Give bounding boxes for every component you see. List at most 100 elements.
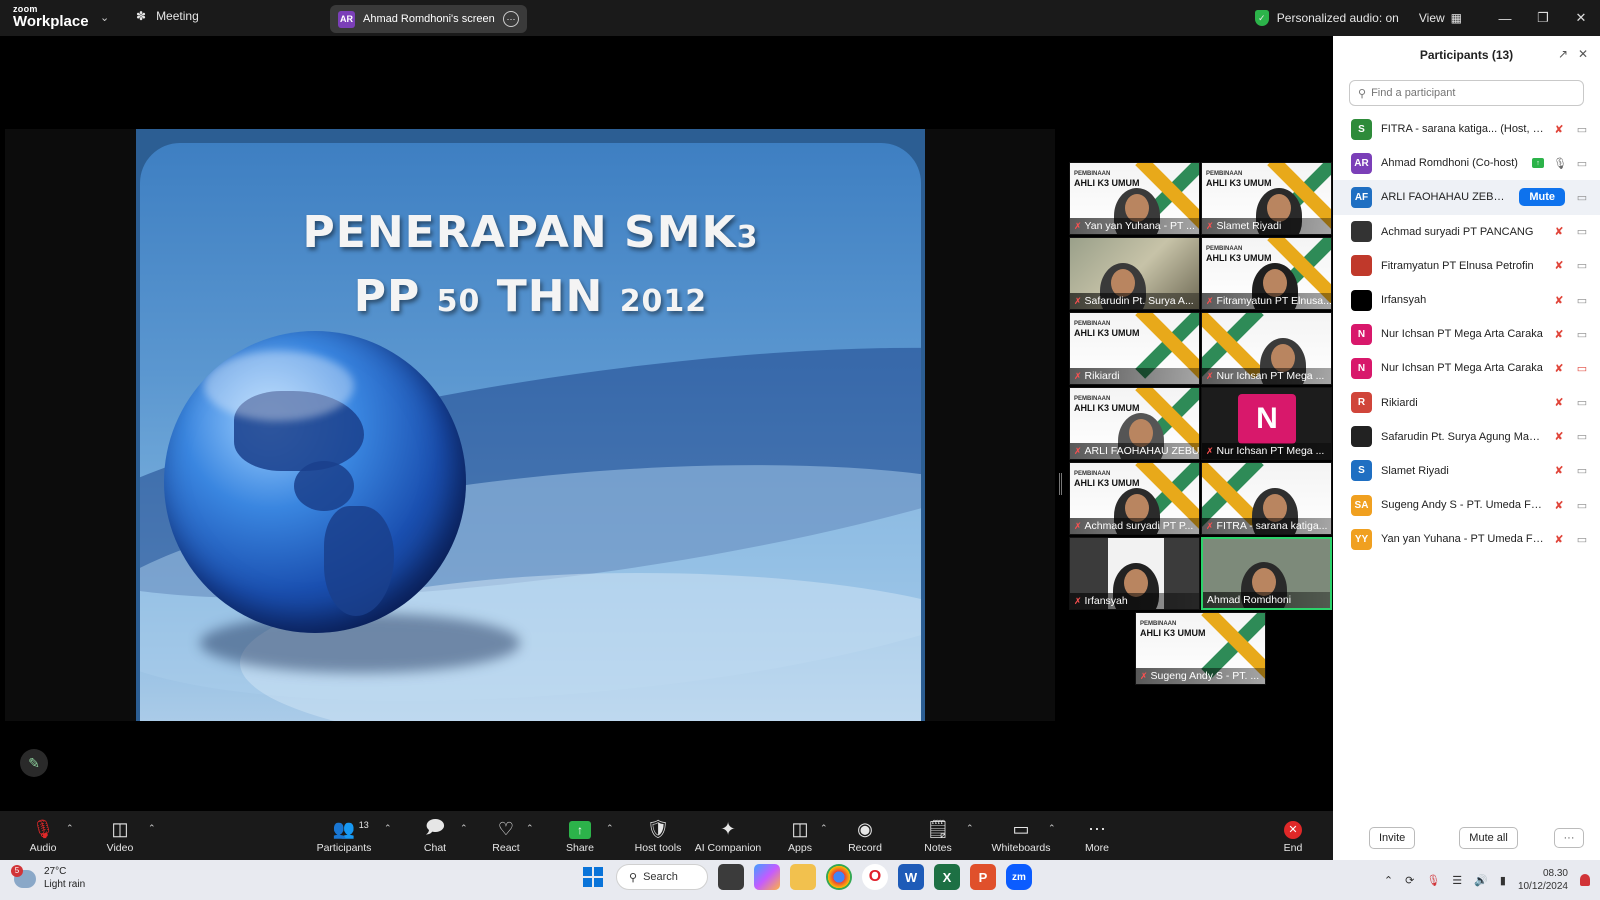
react-options-caret[interactable]: ⌃ [526,823,534,834]
video-tile[interactable]: ✗ Nur Ichsan PT Mega ... [1201,312,1332,385]
close-window-button[interactable]: ✕ [1562,10,1600,26]
close-icon[interactable]: ✕ [1578,47,1588,61]
ai-companion-button[interactable]: ✦ AI Companion [693,811,763,860]
react-button[interactable]: ♡ React [490,811,522,860]
tile-name-label: ✗ Fitramyatun PT Elnusa... [1202,293,1331,309]
annotate-pencil-icon[interactable]: ✎ [20,749,48,777]
more-button[interactable]: ⋯ More [1080,811,1114,860]
zoom-taskbar-icon[interactable]: zm [1006,864,1032,890]
video-tile[interactable]: ✗ FITRA - sarana katiga... [1201,462,1332,535]
battery-icon[interactable]: ▮ [1500,874,1506,887]
apps-options-caret[interactable]: ⌃ [820,823,828,834]
tile-name: Sugeng Andy S - PT. ... [1150,670,1260,682]
personalized-audio-status[interactable]: Personalized audio: on [1277,11,1399,25]
participant-row[interactable]: S FITRA - sarana katiga... (Host, me) ✘ ▭ [1333,112,1600,146]
file-explorer-icon[interactable] [790,864,816,890]
copilot-icon[interactable] [754,864,780,890]
participants-button[interactable]: 👥 13 Participants [316,811,372,860]
participant-row[interactable]: SA Sugeng Andy S - PT. Umeda Fac... ✘ ▭ [1333,488,1600,522]
apps-button[interactable]: ◫ Apps [784,811,816,860]
video-tile[interactable]: PEMBINAAN AHLI K3 UMUM ✗ Sugeng Andy S - P… [1135,612,1266,685]
minimize-button[interactable]: — [1486,11,1524,26]
video-tile[interactable]: ✗ Irfansyah [1069,537,1200,610]
shared-screen[interactable]: PENERAPAN SMK3 PP 50 THN 2012 [5,129,1055,721]
view-button[interactable]: View ▦ [1419,11,1462,25]
participant-row[interactable]: N Nur Ichsan PT Mega Arta Caraka ✘ ▭ [1333,351,1600,385]
end-meeting-button[interactable]: ✕ End [1278,811,1308,860]
participant-row[interactable]: AR Ahmad Romdhoni (Co-host) ↑ 🎙 ▭ [1333,146,1600,180]
record-button[interactable]: ◉ Record [847,811,883,860]
whiteboard-icon: ▭ [1012,819,1030,839]
more-options-icon[interactable]: ··· [503,11,519,27]
panel-more-button[interactable]: ··· [1554,828,1584,848]
excel-icon[interactable]: X [934,864,960,890]
chat-button[interactable]: 🗩 Chat [419,811,451,860]
participant-avatar: R [1351,392,1372,414]
participant-row[interactable]: Safarudin Pt. Surya Agung Manu... ✘ ▭ [1333,420,1600,454]
video-tile[interactable]: PEMBINAAN AHLI K3 UMUM ✗ Fitramyatun PT El… [1201,237,1332,310]
taskbar-search[interactable]: ⚲ Search [616,864,708,890]
video-tile-active-speaker[interactable]: Ahmad Romdhoni [1201,537,1332,610]
video-tile[interactable]: PEMBINAAN AHLI K3 UMUM ✗ Rikiardi [1069,312,1200,385]
chevron-down-icon[interactable]: ⌄ [100,11,109,24]
participant-row[interactable]: AF ARLI FAOHAHAU ZEBUA-P... Mute ▭ [1333,180,1600,215]
invite-button[interactable]: Invite [1369,827,1416,849]
share-options-caret[interactable]: ⌃ [606,823,614,834]
notes-options-caret[interactable]: ⌃ [966,823,974,834]
wifi-icon[interactable]: ☰ [1452,874,1462,887]
video-tile[interactable]: PEMBINAAN AHLI K3 UMUM ✗ Achmad suryadi PT… [1069,462,1200,535]
audio-options-caret[interactable]: ⌃ [66,823,74,834]
participant-row[interactable]: Irfansyah ✘ ▭ [1333,283,1600,317]
share-screen-icon: ↑ [569,818,591,842]
gallery-resize-handle[interactable] [1059,473,1062,495]
chrome-icon[interactable] [826,864,852,890]
mic-muted-icon: ✗ [1074,295,1082,306]
video-tile[interactable]: PEMBINAAN AHLI K3 UMUM ✗ Slamet Riyadi [1201,162,1332,235]
chat-options-caret[interactable]: ⌃ [460,823,468,834]
powerpoint-icon[interactable]: P [970,864,996,890]
word-icon[interactable]: W [898,864,924,890]
audio-button[interactable]: 🎙 Audio [28,811,58,860]
participant-row[interactable]: N Nur Ichsan PT Mega Arta Caraka ✘ ▭ [1333,317,1600,351]
participants-options-caret[interactable]: ⌃ [384,823,392,834]
restore-button[interactable]: ❐ [1524,10,1562,26]
whiteboards-options-caret[interactable]: ⌃ [1048,823,1056,834]
screen-share-indicator[interactable]: AR Ahmad Romdhoni's screen ··· [330,5,527,33]
opera-icon[interactable]: O [862,864,888,890]
zoom-logo[interactable]: zoom Workplace [13,5,89,30]
microphone-icon[interactable]: 🎙 [1426,874,1440,887]
sync-icon[interactable]: ⟳ [1405,874,1414,887]
video-tile[interactable]: ✗ Safarudin Pt. Surya A... [1069,237,1200,310]
clock[interactable]: 08.30 10/12/2024 [1518,867,1568,894]
mute-all-button[interactable]: Mute all [1459,827,1518,849]
participant-search-input[interactable] [1371,87,1572,99]
participant-row[interactable]: S Slamet Riyadi ✘ ▭ [1333,454,1600,488]
notification-bell-icon[interactable] [1580,874,1590,886]
video-tile[interactable]: PEMBINAAN AHLI K3 UMUM ✗ ARLI FAOHAHAU ZEB… [1069,387,1200,460]
globe-highlight [204,351,354,421]
weather-widget[interactable]: 5 27°C Light rain [11,864,85,891]
video-tile[interactable]: N ✗ Nur Ichsan PT Mega ... [1201,387,1332,460]
task-view-icon[interactable] [718,864,744,890]
start-button[interactable] [580,864,606,890]
pop-out-icon[interactable]: ↗ [1558,47,1568,61]
host-tools-button[interactable]: 🛡 Host tools [630,811,686,860]
notes-button[interactable]: 🗒 Notes [922,811,954,860]
volume-icon[interactable]: 🔊 [1474,874,1488,887]
title-bar: zoom Workplace ⌄ ✽ Meeting AR Ahmad Romd… [0,0,1600,36]
meeting-menu-button[interactable]: ✽ Meeting [136,9,199,23]
mute-participant-button[interactable]: Mute [1519,188,1565,207]
chevron-up-icon[interactable]: ⌃ [1384,874,1393,887]
video-button[interactable]: ◫ Video [104,811,136,860]
tile-name: Rikiardi [1084,370,1120,382]
slide-background: PENERAPAN SMK3 PP 50 THN 2012 [140,143,921,721]
participant-row[interactable]: Fitramyatun PT Elnusa Petrofin ✘ ▭ [1333,249,1600,283]
participant-row[interactable]: Achmad suryadi PT PANCANG ✘ ▭ [1333,215,1600,249]
participant-row[interactable]: YY Yan yan Yuhana - PT Umeda Fact... ✘ ▭ [1333,522,1600,556]
participant-search[interactable]: ⚲ [1349,80,1584,106]
participant-row[interactable]: R Rikiardi ✘ ▭ [1333,386,1600,420]
video-options-caret[interactable]: ⌃ [148,823,156,834]
share-button[interactable]: ↑ Share [563,811,597,860]
video-tile[interactable]: PEMBINAAN AHLI K3 UMUM ✗ Yan yan Yuhana - … [1069,162,1200,235]
whiteboards-button[interactable]: ▭ Whiteboards [992,811,1051,860]
